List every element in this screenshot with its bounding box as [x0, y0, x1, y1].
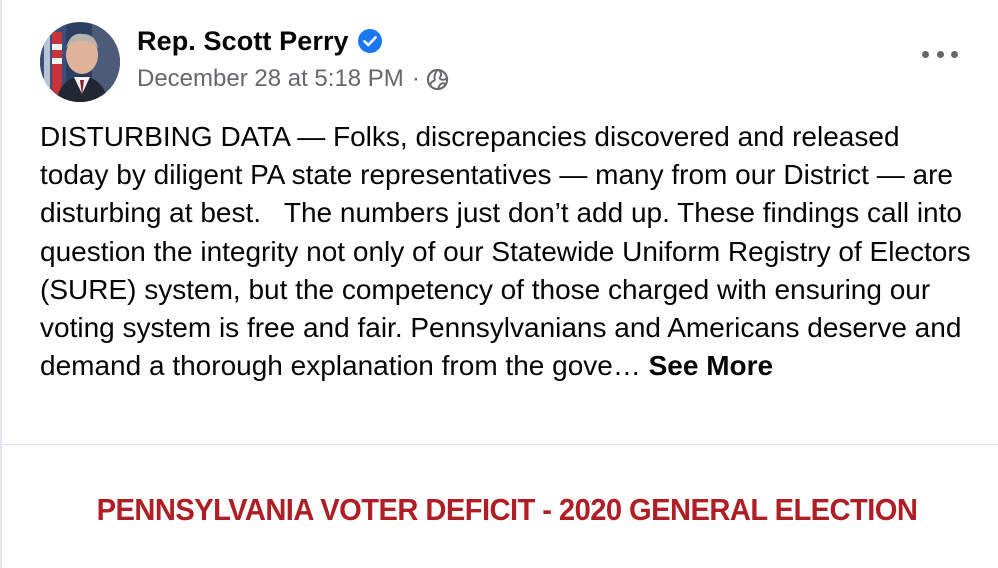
profile-photo: [40, 22, 120, 102]
author-row: Rep. Scott Perry: [137, 23, 382, 59]
author-name[interactable]: Rep. Scott Perry: [137, 26, 349, 57]
more-options-dot: [922, 50, 929, 58]
more-options-dot: [936, 50, 944, 58]
verified-badge-icon: [357, 29, 382, 53]
globe-icon[interactable]: [426, 68, 449, 91]
avatar[interactable]: [40, 22, 120, 102]
see-more-link[interactable]: See More: [649, 350, 774, 381]
post-meta: December 28 at 5:18 PM ·: [137, 64, 449, 94]
post-body: DISTURBING DATA — Folks, discrepancies d…: [40, 118, 975, 385]
more-options-dot: [951, 50, 958, 58]
facebook-post: Rep. Scott Perry December 28 at 5:18 PM …: [0, 0, 998, 568]
image-headline: PENNSYLVANIA VOTER DEFICIT - 2020 GENERA…: [96, 492, 918, 527]
post-text: DISTURBING DATA — Folks, discrepancies d…: [40, 121, 979, 382]
more-options-icon[interactable]: [922, 44, 958, 64]
attached-image[interactable]: PENNSYLVANIA VOTER DEFICIT - 2020 GENERA…: [2, 445, 998, 568]
post-timestamp[interactable]: December 28 at 5:18 PM: [137, 65, 404, 93]
meta-separator: ·: [411, 65, 420, 92]
